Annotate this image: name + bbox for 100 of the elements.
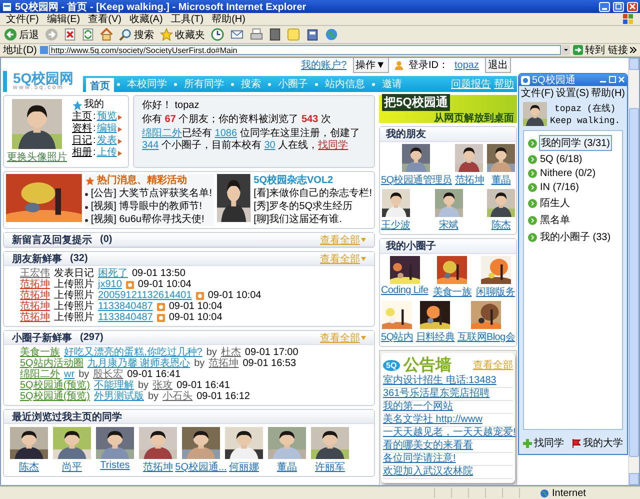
user-link[interactable]: 范拓坤 — [143, 460, 173, 474]
user-link[interactable]: 董晶 — [277, 460, 297, 474]
action-link[interactable]: 预览 — [96, 111, 117, 123]
circle-link[interactable]: Coding Life — [381, 285, 428, 296]
topic-link[interactable]: wr — [64, 369, 75, 380]
action-link[interactable]: 发表 — [96, 135, 117, 147]
menu-item[interactable]: 查看(V) — [88, 12, 122, 26]
circle-link[interactable]: 美食一族 — [20, 347, 60, 358]
address-field[interactable]: http://www.5q.com/society/SocietyUserFirst.do#Main — [48, 45, 561, 55]
notice-link[interactable]: 我的第一个网站 — [383, 401, 453, 412]
circle-link[interactable]: 5Q站内 — [381, 330, 414, 344]
magazine-link[interactable]: [聊]我们这届还有谁. — [254, 214, 372, 226]
user-link[interactable]: 范拓坤 — [208, 358, 239, 369]
menu-item[interactable]: 帮助(H) — [591, 86, 626, 100]
print-button[interactable] — [249, 26, 264, 42]
user-link[interactable]: 范拓坤 — [20, 312, 50, 323]
status-dropdown[interactable]: topaz (在线) — [550, 102, 620, 115]
news-link[interactable]: [视频] 博导眼中的教师节! — [90, 201, 202, 213]
menu-item[interactable]: 收藏(A) — [129, 12, 163, 26]
user-link[interactable]: 何丽娜 — [229, 460, 259, 474]
item-link[interactable]: 1133840487 — [98, 312, 153, 323]
topic-link[interactable]: 外男测试版 — [94, 391, 144, 402]
user-link[interactable]: 尚平 — [62, 460, 82, 474]
group-item[interactable]: Nithere (0/2) — [539, 168, 597, 179]
edit-button[interactable] — [268, 26, 282, 42]
circle-link[interactable]: 5Q校园通(预览) — [20, 380, 90, 391]
user-link[interactable]: 5Q校园通... — [175, 460, 227, 474]
news-link[interactable]: [公告] 大奖节点评获奖名单! — [90, 188, 212, 200]
restore-button[interactable] — [613, 2, 624, 12]
favorites-button[interactable]: 收藏夹 — [159, 26, 206, 42]
scrollbar[interactable] — [628, 58, 639, 485]
text-link[interactable]: 绵阳二外 — [142, 128, 182, 139]
nav-tab[interactable]: 首页 — [86, 78, 114, 92]
action-link[interactable]: 编辑 — [96, 123, 117, 135]
find-classmates-link[interactable]: 找同学 — [318, 140, 348, 151]
account-link[interactable]: 我的账户? — [301, 58, 347, 72]
menu-item[interactable]: 文件(F) — [6, 12, 39, 26]
menu-item[interactable]: 文件(F) — [521, 86, 554, 100]
operate-dropdown[interactable]: 操作▼ — [352, 58, 389, 73]
go-button[interactable]: 转到 — [573, 43, 605, 57]
topic-link[interactable]: 九月康乃馨 谢师表恩心 — [87, 358, 190, 369]
menu-item[interactable]: 设置(S) — [556, 86, 590, 100]
circle-link[interactable]: 5Q站内活动圈 — [20, 358, 84, 369]
user-link[interactable]: 张攻 — [152, 380, 173, 391]
action-link[interactable]: 上传 — [96, 147, 117, 159]
site-logo[interactable]: 5Q校园网 — [13, 71, 79, 85]
news-link[interactable]: [视频] 6u6u帮你寻找天使! — [90, 214, 204, 226]
text-link[interactable]: 30 — [264, 140, 276, 151]
maximize-button[interactable] — [609, 74, 616, 86]
user-link[interactable]: 殷长宏 — [93, 369, 124, 380]
user-link[interactable]: 范拓坤 — [454, 173, 484, 187]
magazine-title[interactable]: 5Q校园杂志VOL2 — [254, 174, 372, 187]
notice-link[interactable]: 欢迎加入武汉农林院 — [383, 466, 473, 477]
profile-link[interactable]: 日记 — [72, 135, 92, 147]
stop-button[interactable] — [63, 26, 77, 42]
magazine-link[interactable]: [秀]罗冬的5Q求生经历 — [254, 201, 372, 213]
change-photo-link[interactable]: 更换头像照片 — [7, 150, 67, 164]
item-link[interactable]: jx910 — [98, 279, 122, 290]
links-button[interactable]: 链接 — [608, 43, 637, 57]
item-link[interactable]: 1133840487 — [98, 301, 153, 312]
user-link[interactable]: 范拓坤 — [20, 279, 50, 290]
group-item[interactable]: IN (7/16) — [539, 182, 580, 193]
topic-link[interactable]: 好吃又漂亮的蛋糕,你吃过几种? — [64, 347, 202, 358]
user-link[interactable]: 5Q校园通管理员 — [381, 173, 452, 187]
circle-link[interactable]: 日料经典 — [416, 330, 455, 344]
circle-link[interactable]: 互联网Blog会 — [457, 330, 515, 344]
item-link[interactable]: 困死了 — [98, 268, 128, 279]
find-classmates-button[interactable]: 找同学 — [523, 436, 564, 450]
profile-link[interactable]: 相册 — [72, 147, 92, 159]
circle-link[interactable]: 美食一族 — [432, 285, 472, 299]
my-university-button[interactable]: 我的大学 — [572, 436, 623, 450]
back-button[interactable]: 后退 — [3, 26, 40, 42]
user-link[interactable]: 宋斌 — [438, 218, 458, 232]
menu-item[interactable]: 帮助(H) — [212, 12, 246, 26]
close-button[interactable] — [627, 2, 638, 12]
home-button[interactable] — [99, 26, 114, 42]
user-link[interactable]: 陈杰 — [491, 218, 511, 232]
logout-button[interactable]: 退出 — [485, 58, 511, 73]
menu-item[interactable]: 工具(T) — [170, 12, 204, 26]
text-link[interactable]: 1086 — [214, 128, 238, 139]
history-button[interactable] — [210, 26, 225, 42]
profile-link[interactable]: 资料 — [72, 123, 92, 135]
profile-link[interactable]: 主页 — [72, 111, 92, 123]
user-link[interactable]: 许丽军 — [315, 460, 345, 474]
notice-link[interactable]: 看的哪美女的来看看 — [383, 440, 473, 451]
text-link[interactable]: 344 — [142, 140, 159, 151]
user-link[interactable]: 董晶 — [491, 173, 511, 187]
topic-link[interactable]: 不能理解 — [94, 380, 134, 391]
user-link[interactable]: Tristes — [100, 460, 130, 471]
book-button[interactable] — [305, 26, 320, 42]
group-item[interactable]: 黑名单 — [539, 213, 571, 227]
circle-link[interactable]: 闲聊版务 — [476, 285, 515, 299]
group-item[interactable]: 5Q (6/18) — [539, 154, 584, 165]
dropdown-icon[interactable] — [562, 45, 570, 55]
user-link[interactable]: 范拓坤 — [20, 301, 50, 312]
circle-link[interactable]: 绵阳二外 — [20, 369, 60, 380]
notice-link[interactable]: 一天天越见老，一天天越宠爱! — [383, 427, 516, 438]
user-link[interactable]: 范拓坤 — [20, 290, 50, 301]
user-link[interactable]: 王宏伟 — [20, 268, 50, 279]
notice-link[interactable]: 室内设计招生 电话:13483 — [383, 375, 496, 386]
